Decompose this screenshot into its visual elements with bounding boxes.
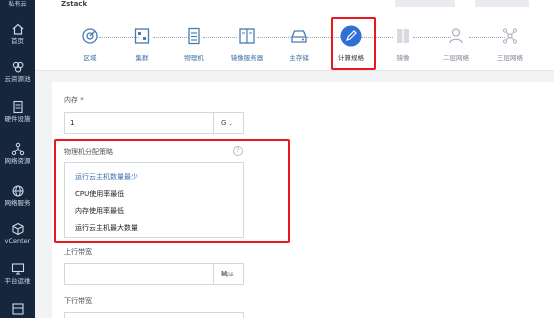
top-action-button[interactable] [475,0,529,7]
step-cluster[interactable]: 集群 [112,26,172,62]
chevron-down-icon: ⌄ [228,121,233,127]
sidebar-item-network-services[interactable]: 网络服务 [0,180,35,214]
upstream-suffix: bps [222,270,234,278]
highlight-allocator [54,139,290,243]
cube-icon [11,221,25,236]
l2-network-icon [446,26,466,46]
sidebar-item-label: vCenter [4,237,31,245]
step-image-server[interactable]: 镜像服务器 [217,26,277,62]
cluster-icon [132,26,152,46]
sidebar-item-cloud-pool[interactable]: 云资源池 [0,56,35,90]
sidebar-item-label: 硬件设施 [4,115,31,123]
step-primary-storage[interactable]: 主存储 [269,26,329,62]
step-l3-network[interactable]: 三层网络 [480,26,540,62]
primary-storage-icon [289,26,309,46]
downstream-input[interactable] [64,312,244,318]
sidebar-item-vcenter[interactable]: vCenter [0,218,35,252]
sidebar-item-more[interactable] [0,298,35,318]
sidebar-item-label: 云资源池 [4,75,31,83]
grid-icon [11,301,25,315]
sidebar-item-label: 网络资源 [4,157,31,165]
step-host[interactable]: 物理机 [164,26,224,62]
memory-input[interactable]: 1 G ⌄ [64,112,244,134]
sidebar-item-label: 首页 [11,37,24,45]
top-action-button[interactable] [395,0,455,7]
top-bar: Zstack [35,0,554,9]
sidebar-item-hardware[interactable]: 硬件设施 [0,96,35,130]
step-label: 二层网络 [443,54,469,62]
sidebar-item-home[interactable]: 首页 [0,18,35,52]
step-label: 物理机 [184,54,204,62]
step-label: 区域 [83,54,97,62]
cloud-icon [11,59,25,73]
step-label: 三层网络 [497,54,523,62]
home-icon [11,21,25,35]
zone-name: Zstack [61,0,88,8]
sidebar: 私有云 首页 云资源池 硬件设施 网络资源 网络服务 vCenter 平台运维 [0,0,35,318]
image-icon [393,26,413,46]
server-icon [11,99,25,114]
upstream-input[interactable]: M ⌄ [64,263,244,285]
sidebar-item-label: 平台运维 [4,277,31,285]
sidebar-item-label: 网络服务 [4,199,31,207]
zone-icon [80,26,100,46]
memory-unit-select[interactable]: G ⌄ [213,113,243,133]
step-label: 主存储 [289,54,309,62]
highlight-active-step [331,17,376,70]
downstream-label: 下行带宽 [64,297,92,305]
upstream-label: 上行带宽 [64,248,92,256]
l3-network-icon [500,26,520,46]
memory-value: 1 [70,119,75,127]
step-l2-network[interactable]: 二层网络 [426,26,486,62]
monitor-icon [11,261,25,275]
step-label: 集群 [135,54,149,62]
step-label: 镜像服务器 [230,54,264,62]
image-server-icon [237,26,257,46]
step-zone[interactable]: 区域 [60,26,120,62]
memory-label: 内存 * [64,96,84,104]
step-label: 镜像 [396,54,410,62]
host-icon [184,26,204,46]
step-image[interactable]: 镜像 [373,26,433,62]
app-logo: 私有云 [8,1,27,8]
globe-icon [11,183,25,197]
sidebar-item-ops[interactable]: 平台运维 [0,258,35,292]
network-icon [11,141,25,156]
wizard-steps: 区域 集群 物理机 镜像服务器 主存储 计算规格 镜像 二层网络 三层网络 [35,9,554,71]
sidebar-item-network-resources[interactable]: 网络资源 [0,138,35,172]
